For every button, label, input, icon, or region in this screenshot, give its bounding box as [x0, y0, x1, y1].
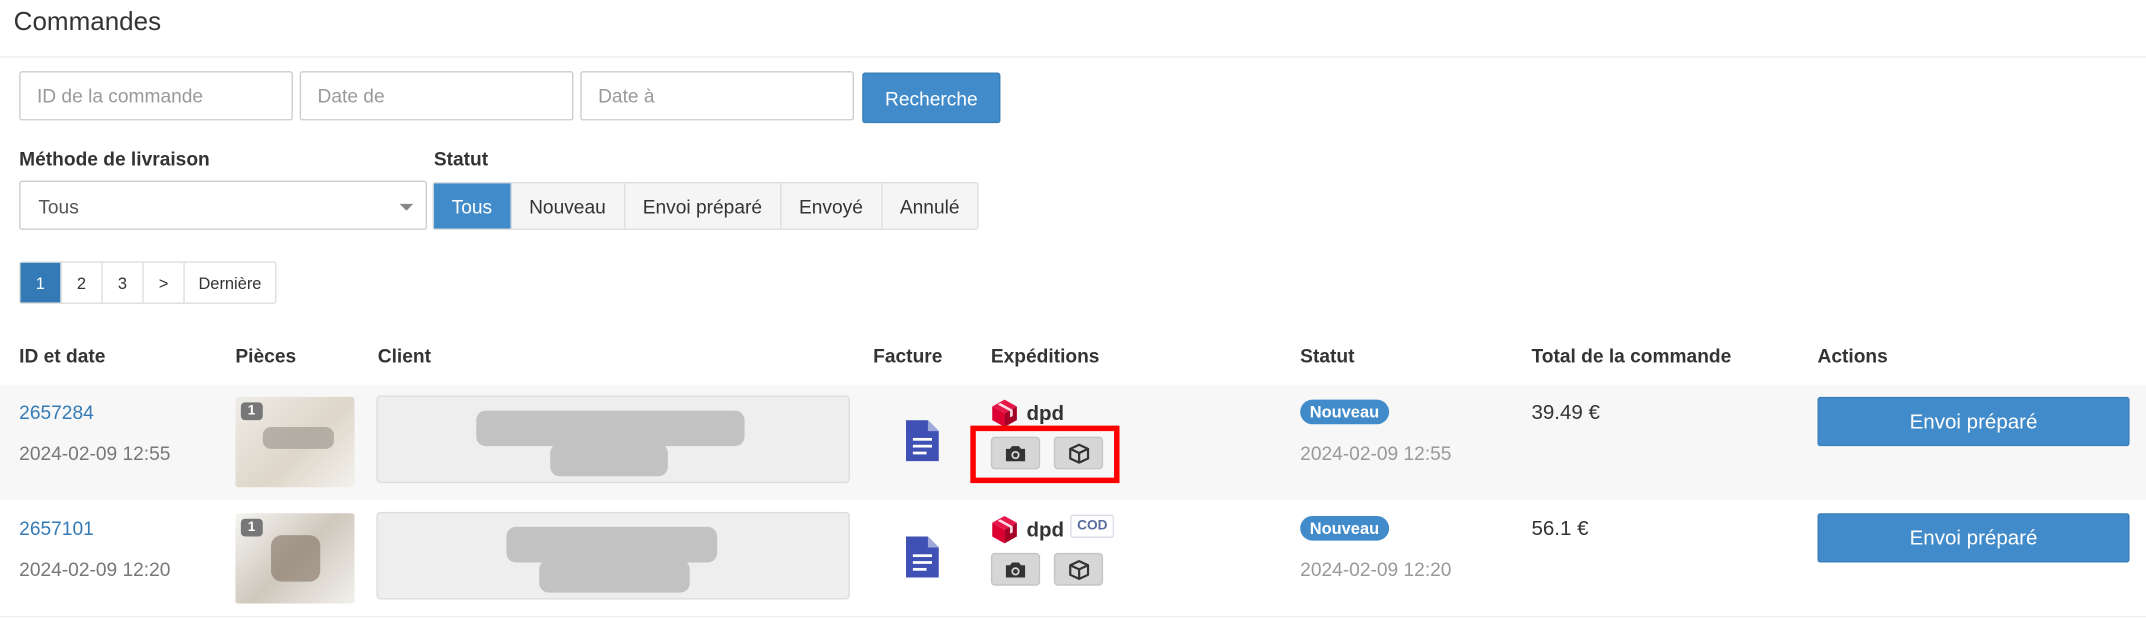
carrier-name: dpd: [1026, 518, 1065, 542]
order-id-link[interactable]: 2657101: [19, 517, 94, 539]
status-date: 2024-02-09 12:55: [1300, 442, 1452, 464]
status-filter-cancelled[interactable]: Annulé: [882, 183, 978, 229]
camera-icon: [1005, 561, 1026, 577]
col-header-invoice: Facture: [873, 344, 943, 367]
package-icon: [1068, 559, 1089, 580]
pagination: 1 2 3 > Dernière: [19, 261, 277, 304]
order-id-input[interactable]: [19, 71, 293, 121]
page-next[interactable]: >: [144, 262, 185, 303]
col-header-id-date: ID et date: [19, 344, 106, 367]
redacted-block: [476, 410, 745, 447]
page-title: Commandes: [13, 8, 162, 37]
part-image: [262, 427, 334, 449]
part-thumbnail[interactable]: 1: [235, 513, 355, 604]
status-filter-prepared[interactable]: Envoi préparé: [624, 183, 782, 229]
client-info-redacted: [376, 395, 850, 484]
status-filter-all[interactable]: Tous: [433, 183, 512, 229]
dpd-logo-icon: [992, 399, 1017, 428]
status-date: 2024-02-09 12:20: [1300, 558, 1452, 581]
status-badge: Nouveau: [1300, 515, 1389, 541]
col-header-status: Statut: [1300, 344, 1355, 367]
invoice-icon[interactable]: [903, 420, 939, 462]
page-2[interactable]: 2: [62, 262, 103, 303]
client-info-redacted: [376, 511, 850, 600]
carrier-name: dpd: [1026, 402, 1065, 426]
mark-prepared-button[interactable]: Envoi préparé: [1817, 396, 2130, 447]
invoice-icon[interactable]: [903, 536, 939, 578]
caret-down-icon: [399, 203, 414, 211]
photo-button[interactable]: [990, 552, 1041, 586]
order-date: 2024-02-09 12:20: [19, 558, 171, 581]
status-filter-sent[interactable]: Envoyé: [781, 183, 883, 229]
status-badge: Nouveau: [1300, 399, 1389, 425]
status-filter-new[interactable]: Nouveau: [511, 183, 625, 229]
part-thumbnail[interactable]: 1: [235, 396, 355, 488]
col-header-total: Total de la commande: [1531, 344, 1732, 367]
pieces-count-badge: 1: [240, 402, 263, 421]
order-id-link[interactable]: 2657284: [19, 401, 94, 423]
col-header-actions: Actions: [1817, 344, 1888, 367]
redacted-block: [550, 443, 668, 477]
table-row: 2657284 2024-02-09 12:55 1 dpd Nouveau 2…: [0, 384, 2146, 500]
date-from-input[interactable]: [299, 71, 574, 121]
page-last[interactable]: Dernière: [185, 263, 275, 303]
col-header-shipments: Expéditions: [990, 344, 1100, 367]
order-total: 39.49 €: [1531, 400, 1600, 425]
order-date: 2024-02-09 12:55: [19, 442, 171, 464]
status-filter-label: Statut: [433, 147, 489, 170]
redacted-block: [539, 559, 690, 593]
delivery-method-select[interactable]: Tous: [19, 180, 428, 230]
pieces-count-badge: 1: [240, 518, 263, 537]
search-button[interactable]: Recherche: [862, 72, 1001, 124]
package-button[interactable]: [1053, 552, 1104, 586]
delivery-method-label: Méthode de livraison: [19, 147, 210, 170]
page-1[interactable]: 1: [20, 262, 62, 303]
col-header-pieces: Pièces: [235, 344, 297, 367]
orders-page: Commandes Recherche Méthode de livraison…: [0, 0, 2146, 620]
date-to-input[interactable]: [580, 71, 855, 121]
dpd-logo-icon: [992, 515, 1017, 544]
page-header: Commandes: [0, 0, 2146, 58]
table-row: 2657101 2024-02-09 12:20 1 dpd COD Nouve…: [0, 500, 2146, 618]
cod-badge: COD: [1070, 514, 1115, 538]
page-3[interactable]: 3: [103, 262, 144, 303]
col-header-client: Client: [377, 344, 431, 367]
redacted-block: [506, 526, 718, 563]
mark-prepared-button[interactable]: Envoi préparé: [1817, 513, 2130, 563]
delivery-method-value: Tous: [38, 195, 79, 218]
part-image: [270, 535, 321, 582]
status-filter-group: Tous Nouveau Envoi préparé Envoyé Annulé: [432, 182, 979, 230]
highlight-box: [970, 425, 1120, 484]
order-total: 56.1 €: [1531, 517, 1589, 541]
